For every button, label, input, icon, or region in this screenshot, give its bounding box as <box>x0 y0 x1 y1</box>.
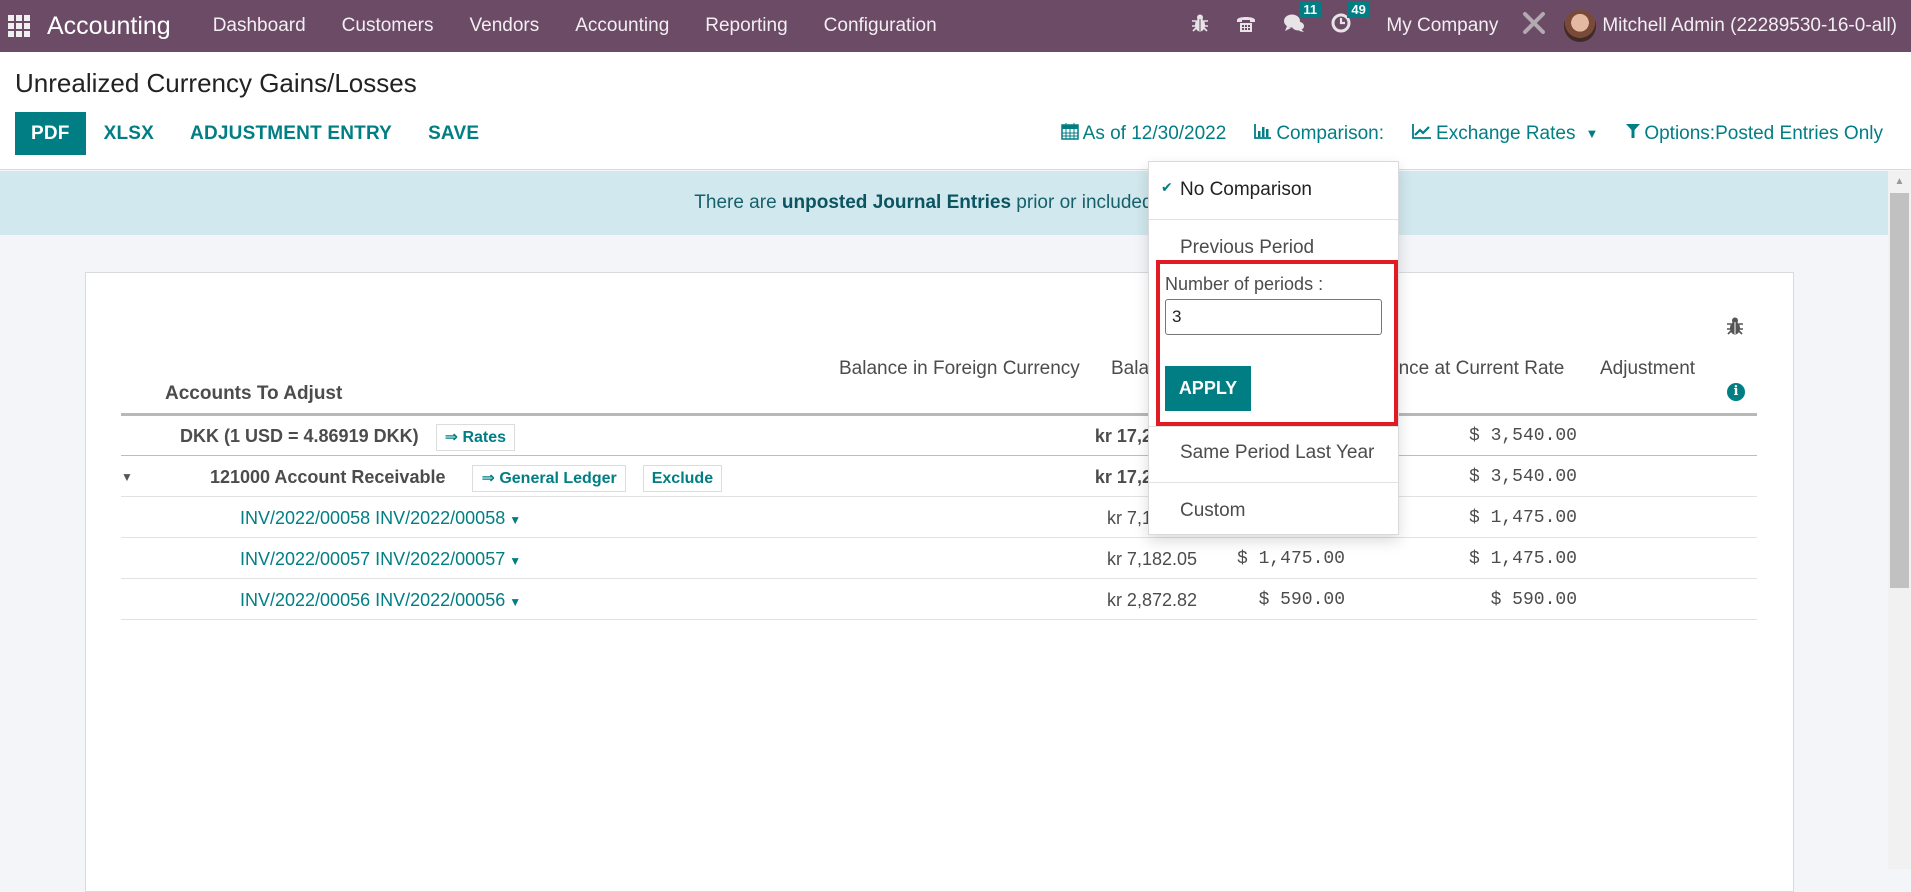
debug-bug-icon[interactable] <box>1191 13 1209 39</box>
exchange-rates-label: Exchange Rates <box>1436 122 1576 144</box>
table-row: INV/2022/00056 INV/2022/00056 ▼ kr 2,872.… <box>121 580 1757 620</box>
header-adjustment: Adjustment <box>1600 358 1696 379</box>
dropdown-divider <box>1149 426 1398 427</box>
collapse-caret-icon[interactable]: ▼ <box>121 457 133 497</box>
info-icon[interactable]: i <box>1727 383 1745 401</box>
number-of-periods-label: Number of periods : <box>1165 274 1324 294</box>
general-ledger-button[interactable]: ⇒ General Ledger <box>472 464 626 492</box>
currency-row: DKK (1 USD = 4.86919 DKK) ⇒ Rates kr 17,… <box>121 416 1757 456</box>
menu-reporting[interactable]: Reporting <box>705 15 787 37</box>
line-chart-icon <box>1412 123 1432 144</box>
comparison-filter[interactable]: Comparison: <box>1254 123 1384 145</box>
menu-configuration[interactable]: Configuration <box>824 15 937 37</box>
activities-count-badge: 49 <box>1347 1 1370 18</box>
option-no-comparison[interactable]: ✔ No Comparison <box>1149 179 1398 201</box>
user-menu[interactable]: Mitchell Admin (22289530-16-0-all) <box>1602 15 1897 37</box>
invoice-link[interactable]: INV/2022/00058 INV/2022/00058 ▼ <box>240 498 521 538</box>
scrollbar-thumb[interactable] <box>1890 193 1909 588</box>
calendar-icon <box>1060 122 1079 145</box>
header-balance-current-rate: ance at Current Rate <box>1388 358 1565 379</box>
bar-chart-icon <box>1254 123 1272 144</box>
options-filter[interactable]: Options:Posted Entries Only <box>1626 123 1883 145</box>
line-foreign-balance: kr 7,182.05 <box>1106 549 1197 569</box>
line-current-rate: $ 590.00 <box>1490 590 1577 610</box>
menu-dashboard[interactable]: Dashboard <box>213 15 306 37</box>
menu-accounting[interactable]: Accounting <box>575 15 669 37</box>
line-operation-rate: $ 590.00 <box>1258 590 1345 610</box>
line-current-rate: $ 1,475.00 <box>1468 549 1577 569</box>
option-same-period-last-year[interactable]: Same Period Last Year <box>1149 442 1398 464</box>
options-filter-label: Options:Posted Entries Only <box>1644 122 1883 144</box>
invoice-link[interactable]: INV/2022/00056 INV/2022/00056 ▼ <box>240 580 521 620</box>
caret-down-icon[interactable]: ▼ <box>509 513 521 527</box>
number-of-periods-input[interactable] <box>1165 299 1382 335</box>
date-filter-label: As of 12/30/2022 <box>1082 122 1227 144</box>
page-scrollbar[interactable]: ▲ <box>1888 171 1911 869</box>
caret-down-icon[interactable]: ▼ <box>509 554 521 568</box>
option-custom[interactable]: Custom <box>1149 500 1398 522</box>
messages-icon[interactable]: 11 <box>1283 1 1322 39</box>
unposted-entries-banner: There are unposted Journal Entries prior… <box>0 171 1888 235</box>
line-foreign-balance: kr 2,872.82 <box>1106 590 1197 610</box>
line-current-rate: $ 1,475.00 <box>1468 508 1577 528</box>
header-balance-operation-rate: Bala <box>1111 358 1150 379</box>
xlsx-button[interactable]: XLSX <box>86 112 172 155</box>
control-panel: Unrealized Currency Gains/Losses PDF XLS… <box>0 52 1911 170</box>
apps-menu-icon[interactable] <box>8 15 30 37</box>
comparison-filter-label: Comparison: <box>1276 122 1385 144</box>
report-card: Balance in Foreign Currency Bala ance at… <box>85 272 1794 892</box>
account-row[interactable]: ▼ 121000 Account Receivable ⇒ General Le… <box>121 457 1757 497</box>
dropdown-divider <box>1149 219 1398 220</box>
exchange-rates-filter[interactable]: Exchange Rates ▼ <box>1412 123 1598 145</box>
scroll-up-arrow-icon[interactable]: ▲ <box>1888 171 1911 193</box>
apply-button[interactable]: APPLY <box>1165 366 1251 411</box>
page-title: Unrealized Currency Gains/Losses <box>15 68 417 98</box>
activities-clock-icon[interactable]: 49 <box>1331 1 1370 39</box>
exclude-button[interactable]: Exclude <box>642 464 723 492</box>
currency-row-label: DKK (1 USD = 4.86919 DKK) ⇒ Rates <box>180 416 516 456</box>
top-navbar: Accounting Dashboard Customers Vendors A… <box>0 0 1911 52</box>
user-avatar[interactable] <box>1564 10 1597 42</box>
dropdown-divider <box>1149 482 1398 483</box>
caret-down-icon: ▼ <box>1585 126 1599 141</box>
account-label: 121000 Account Receivable <box>210 467 446 487</box>
rates-button[interactable]: ⇒ Rates <box>435 423 516 451</box>
option-previous-period[interactable]: Previous Period <box>1149 237 1398 259</box>
debug-bug-icon[interactable] <box>1726 316 1744 342</box>
report-buttons: PDF XLSX ADJUSTMENT ENTRY SAVE <box>15 112 497 155</box>
checkmark-icon: ✔ <box>1161 179 1173 195</box>
adjustment-entry-button[interactable]: ADJUSTMENT ENTRY <box>172 112 410 155</box>
company-switcher[interactable]: My Company <box>1386 15 1498 37</box>
pdf-button[interactable]: PDF <box>15 112 86 155</box>
phone-icon[interactable] <box>1235 13 1257 39</box>
account-row-label: 121000 Account Receivable ⇒ General Ledg… <box>210 457 723 497</box>
tools-icon[interactable] <box>1522 11 1546 41</box>
filter-funnel-icon <box>1626 123 1641 144</box>
date-filter[interactable]: As of 12/30/2022 <box>1060 122 1227 145</box>
table-row: INV/2022/00058 INV/2022/00058▼ kr 7,182.… <box>121 498 1757 538</box>
banner-text-prefix: There are <box>694 192 782 213</box>
report-filters: As of 12/30/2022 Comparison: Exchange Ra… <box>1060 122 1911 145</box>
option-label: No Comparison <box>1180 179 1312 200</box>
comparison-dropdown: ✔ No Comparison Previous Period Number o… <box>1148 161 1399 535</box>
menu-vendors[interactable]: Vendors <box>470 15 540 37</box>
menu-customers[interactable]: Customers <box>342 15 434 37</box>
table-row: INV/2022/00057 INV/2022/00057 ▼ kr 7,182.… <box>121 539 1757 579</box>
account-current-rate: $ 3,540.00 <box>1468 467 1577 487</box>
header-accounts-to-adjust: Accounts To Adjust <box>165 383 343 404</box>
invoice-link[interactable]: INV/2022/00057 INV/2022/00057 ▼ <box>240 539 521 579</box>
save-button[interactable]: SAVE <box>410 112 497 155</box>
caret-down-icon[interactable]: ▼ <box>509 595 521 609</box>
currency-label: DKK (1 USD = 4.86919 DKK) <box>180 426 419 446</box>
line-operation-rate: $ 1,475.00 <box>1236 549 1345 569</box>
header-balance-foreign: Balance in Foreign Currency <box>839 358 1080 379</box>
messages-count-badge: 11 <box>1299 1 1322 18</box>
currency-current-rate: $ 3,540.00 <box>1468 426 1577 446</box>
app-name[interactable]: Accounting <box>47 12 171 41</box>
unposted-entries-link[interactable]: unposted Journal Entries <box>782 192 1011 213</box>
